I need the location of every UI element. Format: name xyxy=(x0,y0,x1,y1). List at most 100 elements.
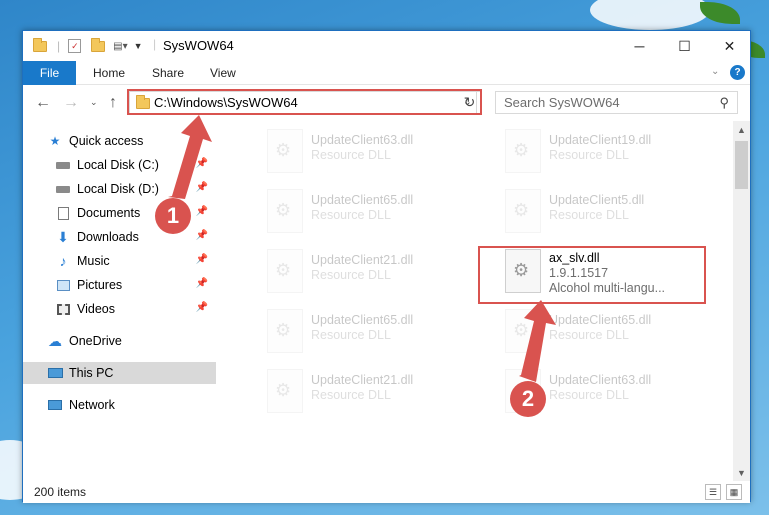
minimize-button[interactable]: ─ xyxy=(617,31,662,61)
dll-gear-icon xyxy=(267,369,303,413)
dll-gear-icon xyxy=(505,189,541,233)
scrollbar-thumb[interactable] xyxy=(735,141,748,189)
up-arrow-icon[interactable]: ↑ xyxy=(109,94,117,112)
dll-gear-icon xyxy=(267,249,303,293)
tab-share[interactable]: Share xyxy=(152,61,184,85)
sidebar-item-music[interactable]: ♪ Music 📌 xyxy=(23,250,216,272)
scroll-up-icon[interactable]: ▲ xyxy=(733,121,750,138)
sidebar-item-quick-access[interactable]: ★ Quick access xyxy=(23,130,216,152)
file-name: UpdateClient65.dll xyxy=(311,313,414,327)
help-icon[interactable]: ? xyxy=(730,65,745,80)
callout-badge-2: 2 xyxy=(510,381,546,417)
sidebar-item-onedrive[interactable]: ☁ OneDrive xyxy=(23,330,216,352)
pin-icon: 📌 xyxy=(195,254,208,265)
details-view-icon[interactable]: ☰ xyxy=(705,484,721,500)
sidebar-item-downloads[interactable]: ⬇ Downloads 📌 xyxy=(23,226,216,248)
music-note-icon: ♪ xyxy=(59,253,67,269)
sidebar-item-label: Downloads xyxy=(77,230,139,244)
file-name: UpdateClient63.dll xyxy=(549,373,652,387)
search-icon[interactable]: ⚲ xyxy=(719,95,729,111)
file-type: Resource DLL xyxy=(549,148,629,162)
pin-icon: 📌 xyxy=(195,182,208,193)
maximize-button[interactable]: ☐ xyxy=(662,31,707,61)
pin-icon: 📌 xyxy=(195,302,208,313)
close-button[interactable]: ✕ xyxy=(707,31,752,61)
new-folder-icon[interactable] xyxy=(91,37,106,52)
pin-icon: 📌 xyxy=(195,158,208,169)
file-item[interactable]: UpdateClient63.dllResource DLL xyxy=(267,129,495,179)
dll-gear-icon xyxy=(267,129,303,173)
download-arrow-icon: ⬇ xyxy=(57,228,69,245)
title-bar: | ✓ ▤▾ ▼ | SysWOW64 ─ ☐ ✕ xyxy=(23,31,750,61)
back-arrow-icon[interactable]: ← xyxy=(35,94,51,112)
address-bar-highlight xyxy=(127,89,482,115)
file-name: UpdateClient65.dll xyxy=(311,193,414,207)
sidebar-item-label: Pictures xyxy=(77,278,123,292)
sidebar-item-label: Videos xyxy=(77,302,115,316)
tab-home[interactable]: Home xyxy=(93,61,125,85)
file-type: Resource DLL xyxy=(549,208,629,222)
expand-ribbon-icon[interactable]: ⌄ xyxy=(711,66,719,77)
sidebar-item-label: This PC xyxy=(69,366,114,380)
file-type: Resource DLL xyxy=(549,328,629,342)
sidebar-item-label: OneDrive xyxy=(69,334,122,348)
file-name: UpdateClient21.dll xyxy=(311,373,414,387)
file-type: Resource DLL xyxy=(549,388,629,402)
tab-view[interactable]: View xyxy=(210,61,236,85)
file-item[interactable]: UpdateClient65.dllResource DLL xyxy=(267,189,495,239)
file-item[interactable]: UpdateClient65.dllResource DLL xyxy=(267,309,495,359)
tab-file[interactable]: File xyxy=(23,61,76,85)
file-item[interactable]: UpdateClient21.dllResource DLL xyxy=(267,369,495,419)
file-type: Resource DLL xyxy=(311,208,391,222)
dll-gear-icon xyxy=(505,129,541,173)
large-icons-view-icon[interactable]: ▦ xyxy=(726,484,742,500)
folder-icon xyxy=(33,37,47,52)
customize-toolbar-icon[interactable]: ▤▾ xyxy=(113,41,127,52)
network-icon xyxy=(47,398,63,412)
pin-icon: 📌 xyxy=(195,206,208,217)
sidebar-item-videos[interactable]: Videos 📌 xyxy=(23,298,216,320)
drive-icon xyxy=(55,182,71,196)
sidebar-item-label: Documents xyxy=(77,206,141,220)
cloud-icon: ☁ xyxy=(48,332,62,349)
file-name: UpdateClient5.dll xyxy=(549,193,645,207)
search-input[interactable]: Search SysWOW64 ⚲ xyxy=(495,91,738,114)
sidebar-item-label: Quick access xyxy=(69,134,144,148)
sidebar-item-label: Local Disk (D:) xyxy=(77,182,159,196)
item-count: 200 items xyxy=(34,485,87,499)
file-item[interactable]: UpdateClient5.dllResource DLL xyxy=(505,189,733,239)
sidebar-item-pictures[interactable]: Pictures 📌 xyxy=(23,274,216,296)
scroll-down-icon[interactable]: ▼ xyxy=(733,464,750,481)
file-highlight xyxy=(478,246,706,304)
file-item[interactable]: UpdateClient65.dllResource DLL xyxy=(505,309,733,359)
sidebar-item-local-disk-c[interactable]: Local Disk (C:) 📌 xyxy=(23,154,216,176)
star-icon: ★ xyxy=(49,134,61,148)
file-type: Resource DLL xyxy=(311,148,391,162)
sidebar-item-label: Network xyxy=(69,398,115,412)
drive-icon xyxy=(55,158,71,172)
recent-locations-icon[interactable]: ⌄ xyxy=(90,97,98,108)
separator: | xyxy=(153,37,157,51)
sidebar-item-label: Music xyxy=(77,254,110,268)
properties-icon[interactable]: ✓ xyxy=(68,39,82,53)
vertical-scrollbar[interactable]: ▲ ▼ xyxy=(733,121,750,481)
navigation-pane: ★ Quick access Local Disk (C:) 📌 Local D… xyxy=(23,121,216,481)
file-item[interactable]: UpdateClient19.dllResource DLL xyxy=(505,129,733,179)
file-name: UpdateClient65.dll xyxy=(549,313,652,327)
status-bar: 200 items ☰ ▦ xyxy=(23,481,750,503)
sidebar-item-network[interactable]: Network xyxy=(23,394,216,416)
chevron-down-icon[interactable]: ▼ xyxy=(134,41,143,51)
file-item[interactable]: UpdateClient21.dllResource DLL xyxy=(267,249,495,299)
picture-icon xyxy=(55,278,71,292)
file-type: Resource DLL xyxy=(311,328,391,342)
film-icon xyxy=(55,302,71,316)
dll-gear-icon xyxy=(267,189,303,233)
file-name: UpdateClient63.dll xyxy=(311,133,414,147)
forward-arrow-icon[interactable]: → xyxy=(63,94,79,112)
sidebar-item-label: Local Disk (C:) xyxy=(77,158,159,172)
file-type: Resource DLL xyxy=(311,388,391,402)
cloud-decoration xyxy=(590,0,710,30)
sidebar-item-this-pc[interactable]: This PC xyxy=(23,362,216,384)
sidebar-item-local-disk-d[interactable]: Local Disk (D:) 📌 xyxy=(23,178,216,200)
computer-icon xyxy=(47,366,63,380)
